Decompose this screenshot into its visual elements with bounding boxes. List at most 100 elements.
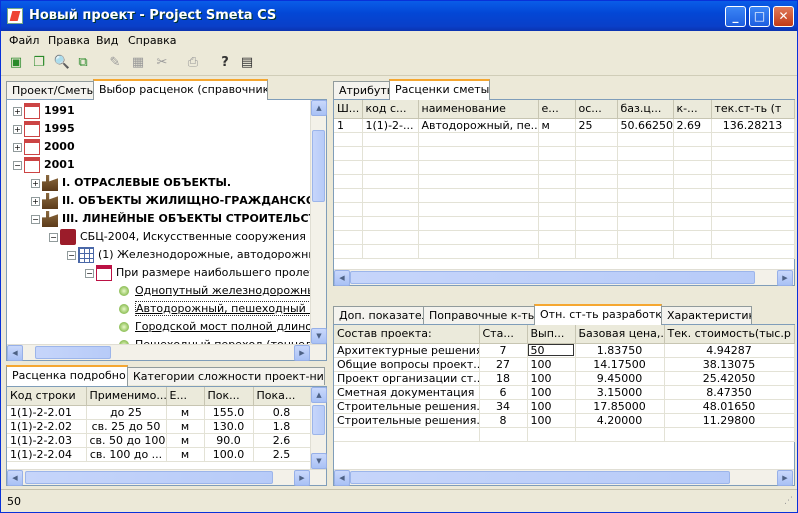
column-header[interactable]: баз.ц... (617, 100, 674, 119)
title-bar[interactable]: Новый проект - Project Smeta CS _ □ ✕ (1, 1, 797, 31)
tab-attributes[interactable]: Атрибуты (333, 81, 390, 99)
table-row[interactable]: 1(1)-2-2.04 св. 100 до ... м 100.0 2.5 (7, 447, 311, 462)
table-cell[interactable]: 4.20000 (575, 413, 665, 428)
table-cell[interactable]: 18 (479, 371, 528, 386)
table-row[interactable]: Строительные решения... 8 100 4.20000 11.298… (334, 413, 795, 428)
table-cell[interactable]: 100 (527, 385, 576, 400)
table-cell[interactable]: 11.29800 (664, 413, 795, 428)
table-cell[interactable]: 90.0 (204, 433, 254, 448)
table-cell[interactable]: 50.66250 (617, 118, 674, 133)
tab-project-smeta[interactable]: Проект/Сметы (6, 81, 94, 99)
table-cell[interactable]: 1(1)-2-... (362, 118, 419, 133)
maximize-button[interactable]: □ (749, 6, 770, 27)
tab-rates-selection[interactable]: Выбор расценок (справочники) (93, 79, 268, 100)
table-cell[interactable]: 25 (575, 118, 618, 133)
table-cell[interactable]: 2.69 (673, 118, 712, 133)
table-cell[interactable]: 1.8 (253, 419, 311, 434)
column-header[interactable]: Ста... (479, 325, 528, 344)
table-cell[interactable]: м (166, 419, 205, 434)
collapse-icon[interactable]: − (85, 268, 94, 278)
table-cell[interactable]: м (166, 433, 205, 448)
table-cell[interactable]: 9.45000 (575, 371, 665, 386)
scroll-left-icon[interactable]: ◀ (7, 470, 23, 486)
column-header[interactable]: Ш... (334, 100, 363, 119)
expand-icon[interactable]: + (13, 124, 22, 134)
table-row[interactable]: Сметная документация 6 100 3.15000 8.47350 (334, 385, 795, 400)
print-icon[interactable]: ⎙ (184, 54, 202, 72)
table-cell[interactable]: 100 (527, 371, 576, 386)
table-cell[interactable]: 130.0 (204, 419, 254, 434)
menu-view[interactable]: Вид (96, 34, 118, 47)
relative-cost-hscroll-thumb[interactable] (350, 471, 730, 484)
table-cell[interactable]: 14.17500 (575, 357, 665, 372)
table-cell[interactable]: св. 25 до 50 (86, 419, 167, 434)
collapse-icon[interactable]: − (13, 160, 22, 170)
tab-complexity-categories[interactable]: Категории сложности проект-ни (127, 367, 325, 385)
help-icon[interactable]: ? (216, 54, 234, 72)
table-cell[interactable]: св. 50 до 100 (86, 433, 167, 448)
scroll-up-icon[interactable]: ▲ (311, 100, 327, 116)
tree-node[interactable]: +1991 (13, 102, 75, 120)
table-row[interactable]: 1(1)-2-2.03 св. 50 до 100 м 90.0 2.6 (7, 433, 311, 448)
menu-edit[interactable]: Правка (48, 34, 90, 47)
collapse-icon[interactable]: − (31, 214, 40, 224)
tab-rate-details[interactable]: Расценка подробно (6, 365, 128, 386)
tree-hscroll-thumb[interactable] (35, 346, 111, 359)
table-cell[interactable]: 1(1)-2-2.04 (7, 447, 87, 462)
table-cell[interactable]: Строительные решения... (334, 399, 480, 414)
table-cell[interactable]: Общие вопросы проект... (334, 357, 480, 372)
cut-icon[interactable]: ✂ (153, 54, 171, 72)
tree-node[interactable]: − 2001 (13, 156, 75, 174)
tree-scroll-thumb[interactable] (312, 130, 325, 202)
column-header[interactable]: Пока... (253, 387, 311, 406)
tree-vertical-scrollbar[interactable]: ▲ ▼ (310, 100, 327, 344)
tree-node[interactable]: Пешеходный переход (тоннель) (103, 336, 310, 344)
tree-node[interactable]: + II. ОБЪЕКТЫ ЖИЛИЩНО-ГРАЖДАНСКОГО (31, 192, 310, 210)
table-cell[interactable]: 17.85000 (575, 399, 665, 414)
collapse-icon[interactable]: − (67, 250, 76, 260)
tree-node[interactable]: − (1) Железнодорожные, автодорожные, (67, 246, 310, 264)
table-cell[interactable]: 8 (479, 413, 528, 428)
scroll-left-icon[interactable]: ◀ (7, 345, 23, 361)
tree-node[interactable]: + I. ОТРАСЛЕВЫЕ ОБЪЕКТЫ. (31, 174, 231, 192)
table-row[interactable]: Общие вопросы проект... 27 100 14.17500 38.1… (334, 357, 795, 372)
column-header[interactable]: Тек. стоимость(тыс.р (664, 325, 795, 344)
scroll-right-icon[interactable]: ▶ (777, 470, 793, 486)
table-cell[interactable]: 3.15000 (575, 385, 665, 400)
column-header[interactable]: Применимо... (86, 387, 167, 406)
tree-node[interactable]: +2000 (13, 138, 75, 156)
table-cell[interactable]: 1 (334, 118, 363, 133)
table-cell[interactable]: 1(1)-2-2.03 (7, 433, 87, 448)
table-row[interactable]: 1(1)-2-2.02 св. 25 до 50 м 130.0 1.8 (7, 419, 311, 434)
column-header[interactable]: Пок... (204, 387, 254, 406)
table-cell[interactable]: 2.6 (253, 433, 311, 448)
close-button[interactable]: ✕ (773, 6, 794, 27)
menu-file[interactable]: Файл (9, 34, 39, 47)
table-cell[interactable]: 1.83750 (575, 343, 665, 358)
scroll-down-icon[interactable]: ▼ (311, 328, 327, 344)
table-cell[interactable]: 0.8 (253, 405, 311, 420)
column-header[interactable]: Код строки (7, 387, 87, 406)
table-row[interactable]: Архитектурные решения 7 50 1.83750 4.94287 (334, 343, 795, 358)
column-header[interactable]: Базовая цена,... (575, 325, 665, 344)
table-cell[interactable]: 1(1)-2-2.01 (7, 405, 87, 420)
scroll-down-icon[interactable]: ▼ (311, 453, 327, 469)
scroll-right-icon[interactable]: ▶ (294, 345, 310, 361)
app-icon[interactable] (7, 8, 23, 24)
column-header[interactable]: Вып... (527, 325, 576, 344)
calculator-icon[interactable]: ▤ (238, 54, 256, 72)
table-cell[interactable]: 48.01650 (664, 399, 795, 414)
table-cell[interactable]: 50 (527, 343, 576, 358)
details-scroll-thumb[interactable] (312, 405, 325, 435)
column-header[interactable]: тек.ст-ть (т (711, 100, 795, 119)
expand-icon[interactable]: + (13, 142, 22, 152)
relative-cost-horizontal-scrollbar[interactable]: ◀ ▶ (334, 469, 794, 486)
column-header[interactable]: Состав проекта: (334, 325, 480, 344)
column-header[interactable]: е... (538, 100, 576, 119)
table-row[interactable]: 1 1(1)-2-... Автодорожный, пе... м 25 50.6625… (334, 118, 795, 133)
column-header[interactable]: Е... (166, 387, 205, 406)
table-cell[interactable]: до 25 (86, 405, 167, 420)
smeta-hscroll-thumb[interactable] (350, 271, 755, 284)
table-cell[interactable]: 155.0 (204, 405, 254, 420)
tree-node[interactable]: − СБЦ-2004, Искусственные сооружения (49, 228, 306, 246)
